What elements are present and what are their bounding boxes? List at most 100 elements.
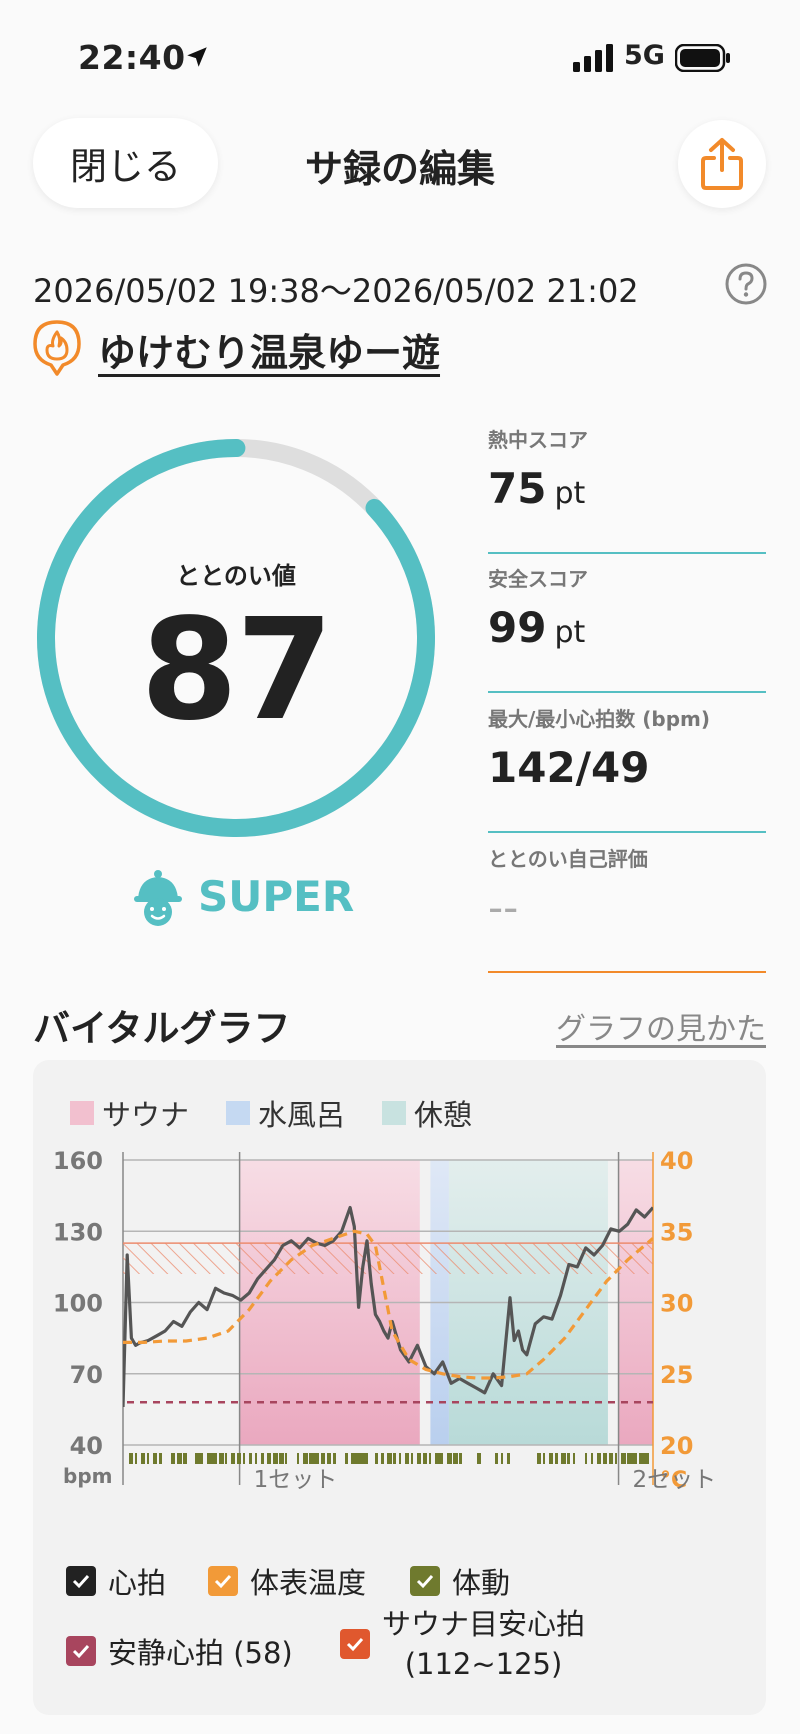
checkbox[interactable] — [340, 1629, 370, 1659]
self-rating-value[interactable]: -- — [488, 883, 518, 932]
metric-label: 最大/最小心拍数 (bpm) — [488, 707, 711, 731]
metric-value: 142/49 — [488, 743, 649, 792]
movement-mark — [129, 1453, 133, 1464]
movement-mark — [501, 1453, 503, 1464]
metric-value: 75 pt — [488, 464, 585, 513]
toggle-resting-hr[interactable]: 安静心拍 (58) — [66, 1630, 293, 1672]
legend-rest: 休憩 — [382, 1092, 472, 1134]
metric-label: ととのい自己評価 — [488, 847, 648, 871]
movement-mark — [243, 1453, 245, 1464]
movement-mark — [279, 1453, 284, 1464]
movement-mark — [561, 1453, 566, 1464]
movement-mark — [495, 1453, 498, 1464]
status-time: 22:40 — [78, 38, 186, 77]
movement-mark — [573, 1453, 575, 1464]
vital-chart: 16013010070404035302520bpm °C1セット 2セット — [53, 1147, 717, 1493]
movement-mark — [393, 1453, 396, 1464]
movement-mark — [327, 1453, 331, 1464]
checkbox[interactable] — [66, 1636, 96, 1666]
movement-mark — [435, 1453, 441, 1464]
totonoi-value: 87 — [140, 589, 334, 752]
movement-mark — [237, 1453, 241, 1464]
toggle-skin-temp[interactable]: 体表温度 — [208, 1560, 366, 1602]
toggle-label: 体表温度 — [250, 1566, 367, 1600]
metric-heart-rate-range: 最大/最小心拍数 (bpm) 142/49 — [488, 703, 766, 833]
legend-sauna: サウナ — [70, 1092, 189, 1134]
session-date-range: 2026/05/02 19:38〜2026/05/02 21:02 — [33, 272, 639, 310]
metric-label: 熱中スコア — [488, 428, 588, 452]
movement-mark — [441, 1453, 443, 1464]
movement-mark — [363, 1453, 368, 1464]
movement-mark — [357, 1453, 363, 1464]
set-label: 2セット — [633, 1467, 717, 1493]
movement-mark — [225, 1453, 227, 1464]
checkbox[interactable] — [410, 1566, 440, 1596]
divider — [488, 971, 766, 973]
movement-mark — [261, 1453, 264, 1464]
toggle-label: 心拍 — [108, 1566, 167, 1600]
metric-immersion-score: 熱中スコア 75 pt — [488, 424, 766, 554]
divider — [488, 691, 766, 693]
y-left-tick-label: 100 — [53, 1290, 103, 1318]
movement-mark — [171, 1453, 175, 1464]
movement-mark — [453, 1453, 458, 1464]
movement-mark — [459, 1453, 462, 1464]
movement-mark — [303, 1453, 308, 1464]
toggle-sauna-target-hr[interactable]: サウナ目安心拍 (112~125) — [340, 1604, 585, 1684]
toggle-movement[interactable]: 体動 — [410, 1560, 510, 1602]
movement-mark — [585, 1453, 587, 1464]
graph-help-link[interactable]: グラフの見かた — [556, 1004, 766, 1048]
check-icon — [72, 1644, 90, 1659]
share-icon — [701, 138, 743, 190]
totonoi-label: ととのい値 — [176, 562, 296, 590]
movement-mark — [417, 1453, 421, 1464]
place-name-link[interactable]: ゆけむり温泉ゆー遊 — [98, 322, 440, 377]
movement-mark — [135, 1453, 137, 1464]
share-button[interactable] — [678, 120, 766, 208]
help-icon[interactable] — [724, 262, 768, 306]
set-label: 1セット — [254, 1467, 338, 1493]
legend-swatch — [382, 1101, 406, 1125]
movement-mark — [207, 1453, 213, 1464]
movement-mark — [141, 1453, 145, 1464]
movement-mark — [153, 1453, 157, 1464]
movement-mark — [591, 1453, 593, 1464]
movement-mark — [633, 1453, 637, 1464]
movement-mark — [549, 1453, 553, 1464]
legend-swatch — [70, 1101, 94, 1125]
movement-mark — [429, 1453, 431, 1464]
y-left-tick-label: 130 — [53, 1218, 103, 1246]
legend-label: サウナ — [102, 1098, 190, 1132]
check-icon — [416, 1574, 434, 1589]
movement-mark — [249, 1453, 252, 1464]
checkbox[interactable] — [208, 1566, 238, 1596]
divider — [488, 552, 766, 554]
checkbox[interactable] — [66, 1566, 96, 1596]
movement-mark — [255, 1453, 257, 1464]
movement-mark — [147, 1453, 149, 1464]
movement-mark — [399, 1453, 401, 1464]
movement-mark — [351, 1453, 357, 1464]
sauna-hat-icon — [134, 870, 182, 926]
movement-mark — [177, 1453, 182, 1464]
metric-self-rating[interactable]: ととのい自己評価 -- — [488, 843, 766, 973]
movement-mark — [411, 1453, 413, 1464]
movement-mark — [345, 1453, 348, 1464]
close-button[interactable]: 閉じる — [33, 118, 218, 208]
movement-mark — [267, 1453, 271, 1464]
toggle-heart-rate[interactable]: 心拍 — [66, 1560, 166, 1602]
movement-mark — [375, 1453, 378, 1464]
movement-mark — [537, 1453, 541, 1464]
signal-icon — [573, 44, 613, 72]
y-right-tick-label: 25 — [660, 1361, 693, 1389]
movement-mark — [273, 1453, 278, 1464]
movement-mark — [297, 1453, 299, 1464]
movement-mark — [507, 1453, 510, 1464]
movement-mark — [543, 1453, 545, 1464]
movement-mark — [183, 1453, 187, 1464]
y-right-tick-label: 40 — [660, 1147, 693, 1175]
toggle-label: サウナ目安心拍 (112~125) — [382, 1604, 585, 1684]
movement-mark — [621, 1453, 626, 1464]
metric-label: 安全スコア — [488, 567, 588, 591]
metric-number: 99 — [488, 603, 547, 652]
